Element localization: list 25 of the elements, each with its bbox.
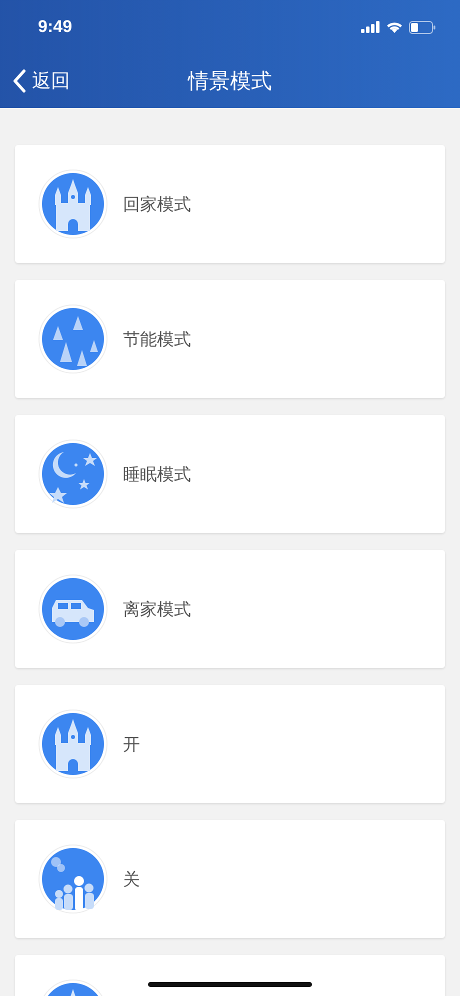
battery-icon (409, 20, 436, 34)
trees-icon (38, 304, 108, 374)
scene-card[interactable]: 开 (15, 685, 445, 803)
back-chevron-icon (12, 69, 26, 93)
castle-icon (38, 169, 108, 239)
scene-label: 睡眠模式 (123, 464, 191, 486)
car-icon (38, 574, 108, 644)
scene-card[interactable]: 睡眠模式 (15, 415, 445, 533)
people-icon (38, 844, 108, 914)
scene-label: 回家模式 (123, 194, 191, 216)
back-button[interactable]: 返回 (0, 68, 70, 94)
scene-label: 节能模式 (123, 328, 191, 350)
scene-label: 关 (123, 868, 140, 890)
scene-card[interactable]: 节能模式 (15, 280, 445, 398)
scene-card[interactable]: 回家模式 (15, 145, 445, 263)
page-title: 情景模式 (188, 68, 272, 95)
wifi-icon (386, 21, 403, 33)
moon-stars-icon (38, 439, 108, 509)
scene-card[interactable]: 离家模式 (15, 550, 445, 668)
scene-label: 开 (123, 734, 140, 756)
scene-label: 离家模式 (123, 598, 191, 620)
signal-icon (361, 21, 380, 33)
status-time: 9:49 (38, 17, 72, 37)
scene-card[interactable]: 关 (15, 820, 445, 938)
castle-icon (38, 709, 108, 779)
